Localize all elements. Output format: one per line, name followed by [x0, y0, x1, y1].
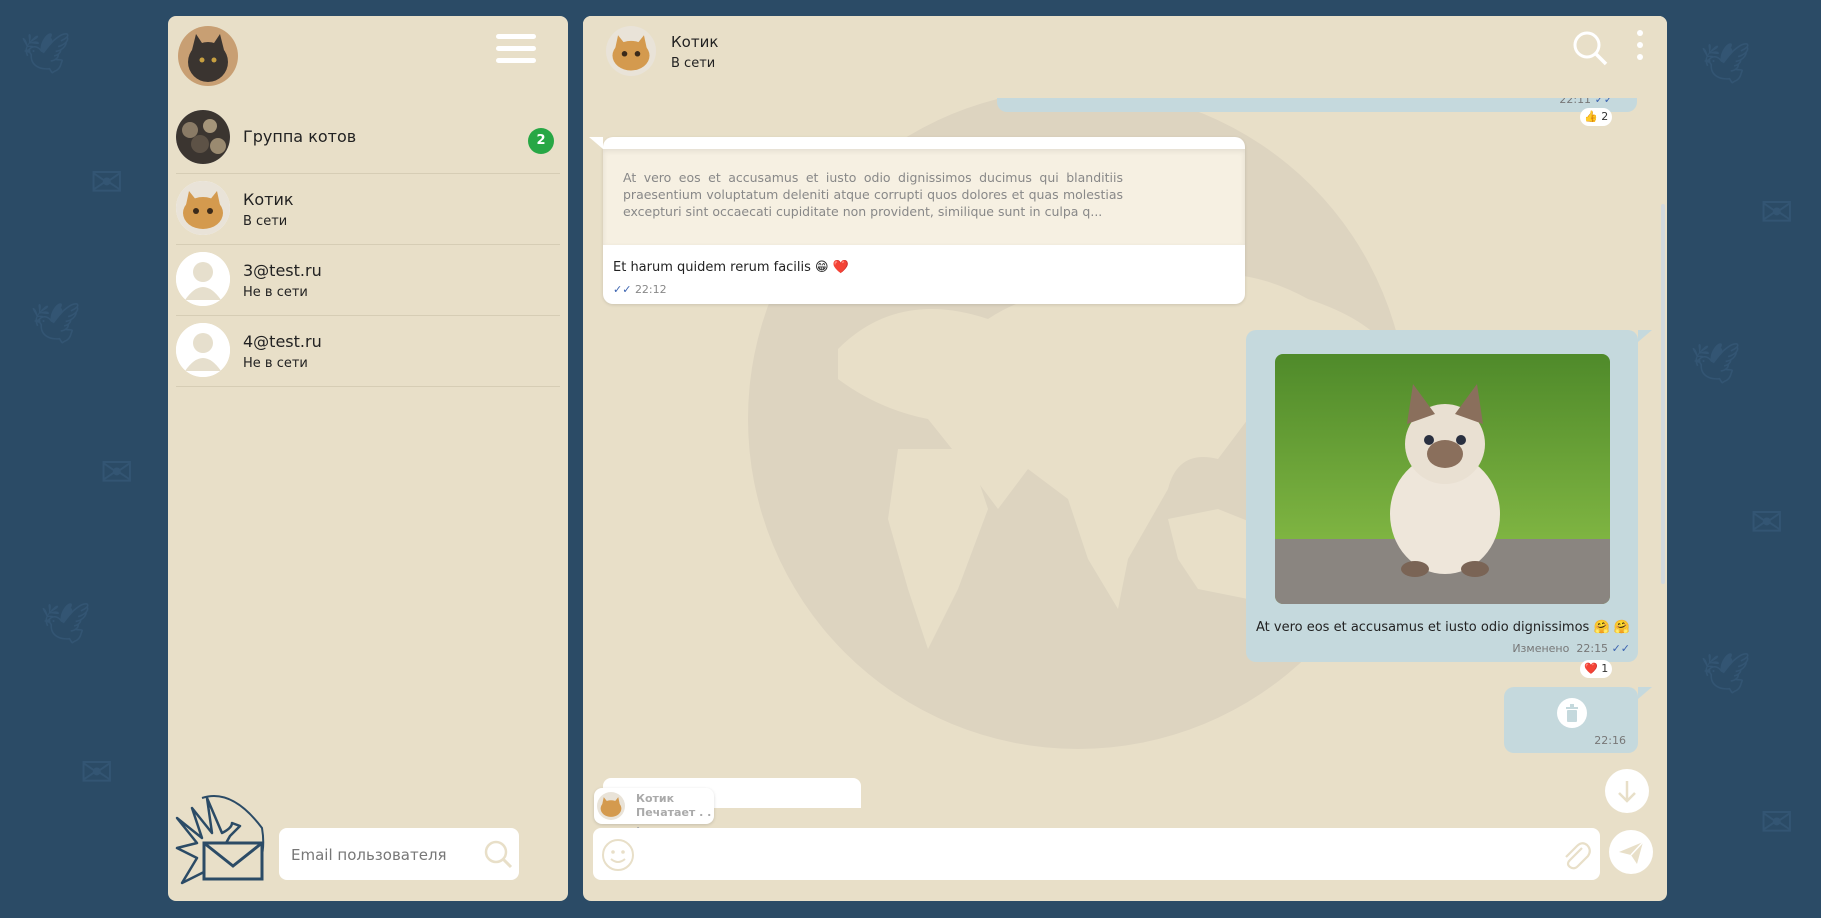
message-input[interactable] [645, 828, 1529, 882]
default-user-icon [176, 323, 230, 377]
emoji-icon[interactable] [601, 838, 635, 872]
chat-status: Не в сети [243, 356, 308, 371]
typing-name: Котик [636, 792, 675, 805]
kitten-photo[interactable] [1275, 354, 1610, 604]
cat-avatar [176, 181, 230, 235]
chat-item-kotik[interactable]: Котик В сети [176, 174, 560, 245]
scrollbar[interactable] [1661, 204, 1665, 584]
chat-header: Котик В сети [583, 16, 1667, 98]
chat-panel: Котик В сети 22:11 ✓✓ 👍 2 At vero eos et… [583, 16, 1667, 901]
chat-name: 4@test.ru [243, 332, 322, 351]
typing-indicator: Котик Печатает . . . [594, 788, 714, 832]
chat-status: Не в сети [243, 285, 308, 300]
reaction-badge[interactable]: ❤️ 1 [1580, 660, 1613, 678]
unread-badge: 2 [528, 128, 554, 154]
message-incoming[interactable]: At vero eos et accusamus et iusto odio d… [589, 137, 1245, 304]
chat-item-group[interactable]: Группа котов 2 [176, 103, 560, 174]
hamburger-menu-icon[interactable] [496, 34, 536, 68]
quote-text: At vero eos et accusamus et iusto odio d… [623, 170, 1123, 219]
scroll-down-button[interactable] [1605, 769, 1649, 813]
message-composer [593, 828, 1600, 882]
message-outgoing-image[interactable]: At vero eos et accusamus et iusto odio d… [1246, 330, 1652, 662]
chat-name: Группа котов [243, 127, 357, 146]
contact-avatar[interactable] [606, 26, 656, 76]
default-user-icon [176, 252, 230, 306]
arrow-down-icon [1618, 781, 1636, 803]
chat-item-user4[interactable]: 4@test.ru Не в сети [176, 316, 560, 387]
contact-status: В сети [671, 56, 716, 71]
chat-name: Котик [243, 190, 294, 209]
quoted-message[interactable]: At vero eos et accusamus et iusto odio d… [603, 149, 1245, 245]
contact-name: Котик [671, 33, 719, 51]
user-search-box [279, 828, 519, 882]
paperclip-icon[interactable] [1558, 838, 1592, 872]
search-icon[interactable] [1572, 30, 1608, 66]
send-plane-icon [1619, 841, 1644, 864]
group-avatar [176, 110, 230, 164]
chat-item-user3[interactable]: 3@test.ru Не в сети [176, 245, 560, 316]
search-icon[interactable] [483, 839, 513, 869]
message-deleted[interactable]: 22:16 [1504, 687, 1652, 753]
read-checks-icon: ✓✓ [613, 283, 632, 296]
message-meta: Изменено 22:15 ✓✓ [1512, 642, 1630, 655]
trash-icon [1557, 698, 1587, 728]
message-text: At vero eos et accusamus et iusto odio d… [1256, 620, 1630, 635]
edited-label: Изменено [1512, 642, 1570, 655]
message-text: Et harum quidem rerum facilis 😁 ❤️ [613, 260, 849, 275]
message-meta: ✓✓ 22:12 [613, 283, 667, 296]
my-avatar[interactable] [178, 26, 238, 86]
more-options-icon[interactable] [1635, 30, 1645, 66]
dove-envelope-logo-icon [172, 788, 272, 888]
read-checks-icon: ✓✓ [1611, 642, 1630, 655]
reaction-badge[interactable]: 👍 2 [1580, 108, 1613, 126]
chat-name: 3@test.ru [243, 261, 322, 280]
email-search-input[interactable] [289, 828, 473, 882]
send-button[interactable] [1609, 830, 1653, 874]
chat-list: Группа котов 2 Котик В сети 3@test.ru Не… [176, 103, 560, 387]
sidebar: Группа котов 2 Котик В сети 3@test.ru Не… [168, 16, 568, 901]
cat-avatar [597, 792, 625, 820]
message-time: 22:16 [1594, 734, 1626, 747]
chat-status: В сети [243, 214, 288, 229]
